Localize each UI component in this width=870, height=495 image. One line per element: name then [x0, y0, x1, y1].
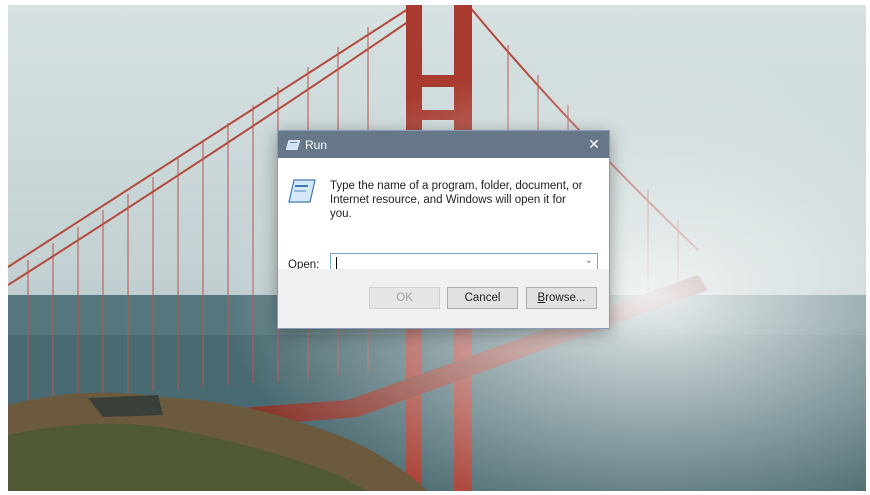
run-app-icon [286, 139, 300, 150]
button-bar: OK Cancel Browse... [278, 269, 609, 328]
browse-button[interactable]: Browse... [526, 287, 597, 309]
close-button[interactable]: ✕ [579, 131, 609, 158]
instruction-line-2: Internet resource, and Windows will open… [330, 194, 566, 220]
run-dialog: Run ✕ Type the name of a program, folder… [277, 130, 610, 329]
dialog-titlebar[interactable]: Run ✕ [278, 131, 609, 158]
chevron-down-icon[interactable]: ⌄ [585, 255, 593, 266]
dialog-body: Type the name of a program, folder, docu… [278, 158, 609, 272]
close-icon: ✕ [588, 136, 600, 152]
ok-button-label: OK [396, 292, 413, 304]
dialog-title: Run [305, 137, 328, 152]
browse-button-accelerator: B [537, 292, 546, 304]
instruction-text: Type the name of a program, folder, docu… [330, 179, 590, 221]
ok-button[interactable]: OK [369, 287, 440, 309]
cancel-button-label: Cancel [464, 292, 501, 304]
run-program-icon [288, 179, 316, 203]
text-caret [336, 257, 337, 269]
cancel-button[interactable]: Cancel [447, 287, 518, 309]
instruction-line-1: Type the name of a program, folder, docu… [330, 180, 583, 192]
browse-button-label: rowse... [545, 292, 586, 304]
